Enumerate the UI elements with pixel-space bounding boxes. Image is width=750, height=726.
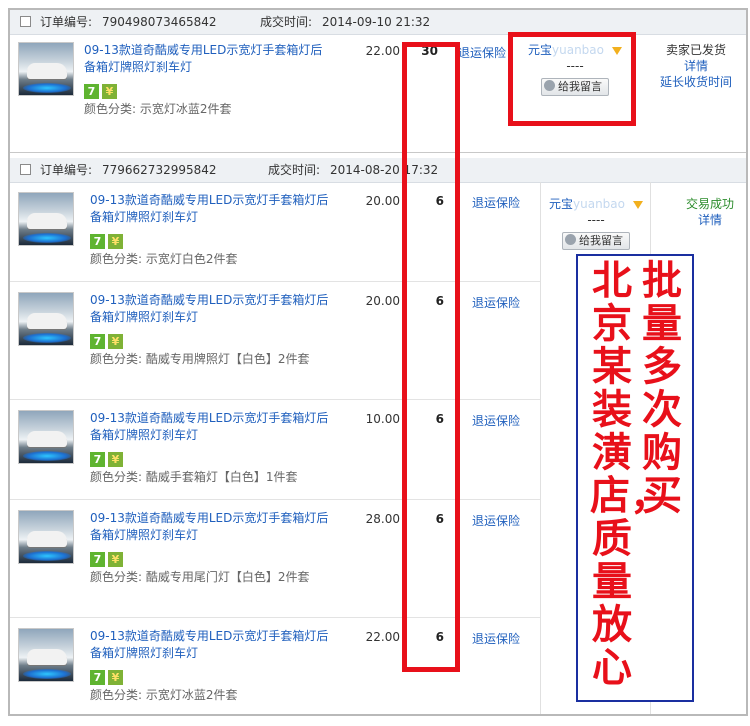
unit-price: 28.00 <box>365 512 400 526</box>
order-detail-link[interactable]: 详情 <box>660 212 746 228</box>
order-item: 09-13款道奇酷威专用LED示宽灯手套箱灯后备箱灯牌照灯刹车灯 7 ¥ 颜色分类: … <box>10 500 540 618</box>
product-thumbnail[interactable] <box>18 410 74 464</box>
order-detail-link[interactable]: 详情 <box>646 58 746 74</box>
coin-icon: ¥ <box>108 552 123 567</box>
extend-receipt-link[interactable]: 延长收货时间 <box>646 74 746 90</box>
return-insurance-link[interactable]: 退运保险 <box>472 512 520 529</box>
order-number: 779662732995842 <box>102 163 217 177</box>
product-badges: 7 ¥ <box>90 448 126 467</box>
product-sku: 颜色分类: 酷威专用牌照灯【白色】2件套 <box>90 352 310 366</box>
coin-icon: ¥ <box>108 670 123 685</box>
unit-price: 20.00 <box>365 194 400 208</box>
order-status: 交易成功 <box>685 197 734 211</box>
return-insurance-link[interactable]: 退运保险 <box>458 44 506 61</box>
unit-price: 20.00 <box>365 294 400 308</box>
coin-icon: ¥ <box>108 234 123 249</box>
order-item: 09-13款道奇酷威专用LED示宽灯手套箱灯后备箱灯牌照灯刹车灯 7 ¥ 颜色分类: … <box>10 400 540 500</box>
order-number: 790498073465842 <box>102 15 217 29</box>
order-select-checkbox[interactable] <box>20 16 31 27</box>
product-badges: 7 ¥ <box>84 80 120 99</box>
seven-day-return-icon: 7 <box>90 452 105 467</box>
unit-price: 22.00 <box>365 44 400 58</box>
coin-icon: ¥ <box>108 334 123 349</box>
product-title-link[interactable]: 09-13款道奇酷威专用LED示宽灯手套箱灯后备箱灯牌照灯刹车灯 <box>90 292 340 326</box>
deal-time-label: 成交时间: <box>268 163 321 177</box>
return-insurance-link[interactable]: 退运保险 <box>472 630 520 647</box>
return-insurance-link[interactable]: 退运保险 <box>472 294 520 311</box>
order-header: 订单编号: 779662732995842 成交时间: 2014-08-20 1… <box>10 158 746 183</box>
order-status: 卖家已发货 <box>665 43 726 57</box>
product-sku: 颜色分类: 示宽灯冰蓝2件套 <box>90 688 238 702</box>
flag-icon[interactable] <box>633 200 643 209</box>
product-badges: 7 ¥ <box>90 230 126 249</box>
annotation-text-right: 批量多次购买 <box>642 258 682 519</box>
product-thumbnail[interactable] <box>18 42 74 96</box>
product-thumbnail[interactable] <box>18 510 74 564</box>
annotation-text-left: 北京某装潢店，质量放心 <box>590 258 670 691</box>
product-thumbnail[interactable] <box>18 292 74 346</box>
order-item: 09-13款道奇酷威专用LED示宽灯手套箱灯后备箱灯牌照灯刹车灯 7 ¥ 颜色分类: … <box>10 182 540 282</box>
seller-highlight-box <box>508 32 636 126</box>
order-item: 09-13款道奇酷威专用LED示宽灯手套箱灯后备箱灯牌照灯刹车灯 7 ¥ 颜色分类: … <box>10 282 540 400</box>
seller-cell: 元宝yuanbao ---- 给我留言 <box>542 196 650 250</box>
seller-name-link[interactable]: 元宝 <box>549 197 573 211</box>
product-title-link[interactable]: 09-13款道奇酷威专用LED示宽灯手套箱灯后备箱灯牌照灯刹车灯 <box>90 192 340 226</box>
return-insurance-link[interactable]: 退运保险 <box>472 194 520 211</box>
chat-icon <box>565 234 576 245</box>
seven-day-return-icon: 7 <box>90 234 105 249</box>
annotation-panel: 北京某装潢店，质量放心 批量多次购买 <box>576 254 694 702</box>
return-insurance-link[interactable]: 退运保险 <box>472 412 520 429</box>
product-sku: 颜色分类: 示宽灯冰蓝2件套 <box>84 102 232 116</box>
product-title-link[interactable]: 09-13款道奇酷威专用LED示宽灯手套箱灯后备箱灯牌照灯刹车灯 <box>90 510 340 544</box>
order-select-checkbox[interactable] <box>20 164 31 175</box>
seven-day-return-icon: 7 <box>90 670 105 685</box>
deal-time-label: 成交时间: <box>260 15 313 29</box>
quantity-highlight-box <box>402 42 460 672</box>
product-title-link[interactable]: 09-13款道奇酷威专用LED示宽灯手套箱灯后备箱灯牌照灯刹车灯 <box>90 628 340 662</box>
order-body: 09-13款道奇酷威专用LED示宽灯手套箱灯后备箱灯牌照灯刹车灯 7 ¥ 颜色分类… <box>10 34 746 153</box>
product-title-link[interactable]: 09-13款道奇酷威专用LED示宽灯手套箱灯后备箱灯牌照灯刹车灯 <box>90 410 340 444</box>
product-sku: 颜色分类: 示宽灯白色2件套 <box>90 252 238 266</box>
order-status-cell: 交易成功 详情 <box>660 196 746 228</box>
coin-icon: ¥ <box>108 452 123 467</box>
unit-price: 10.00 <box>365 412 400 426</box>
seven-day-return-icon: 7 <box>90 334 105 349</box>
order-header: 订单编号: 790498073465842 成交时间: 2014-09-10 2… <box>10 10 746 35</box>
product-sku: 颜色分类: 酷威专用尾门灯【白色】2件套 <box>90 570 310 584</box>
product-badges: 7 ¥ <box>90 666 126 685</box>
product-thumbnail[interactable] <box>18 628 74 682</box>
product-badges: 7 ¥ <box>90 548 126 567</box>
seven-day-return-icon: 7 <box>84 84 99 99</box>
product-sku: 颜色分类: 酷威手套箱灯【白色】1件套 <box>90 470 298 484</box>
seven-day-return-icon: 7 <box>90 552 105 567</box>
order-item: 09-13款道奇酷威专用LED示宽灯手套箱灯后备箱灯牌照灯刹车灯 7 ¥ 颜色分类… <box>10 34 540 152</box>
order-item: 09-13款道奇酷威专用LED示宽灯手套箱灯后备箱灯牌照灯刹车灯 7 ¥ 颜色分类: … <box>10 618 540 714</box>
unit-price: 22.00 <box>365 630 400 644</box>
order-status-cell: 卖家已发货 详情 延长收货时间 <box>646 42 746 90</box>
deal-time: 2014-09-10 21:32 <box>322 15 431 29</box>
leave-message-button[interactable]: 给我留言 <box>562 232 630 250</box>
coin-icon: ¥ <box>102 84 117 99</box>
order-number-label: 订单编号: <box>40 15 93 29</box>
product-title-link[interactable]: 09-13款道奇酷威专用LED示宽灯手套箱灯后备箱灯牌照灯刹车灯 <box>84 42 334 76</box>
product-thumbnail[interactable] <box>18 192 74 246</box>
product-badges: 7 ¥ <box>90 330 126 349</box>
order-number-label: 订单编号: <box>40 163 93 177</box>
